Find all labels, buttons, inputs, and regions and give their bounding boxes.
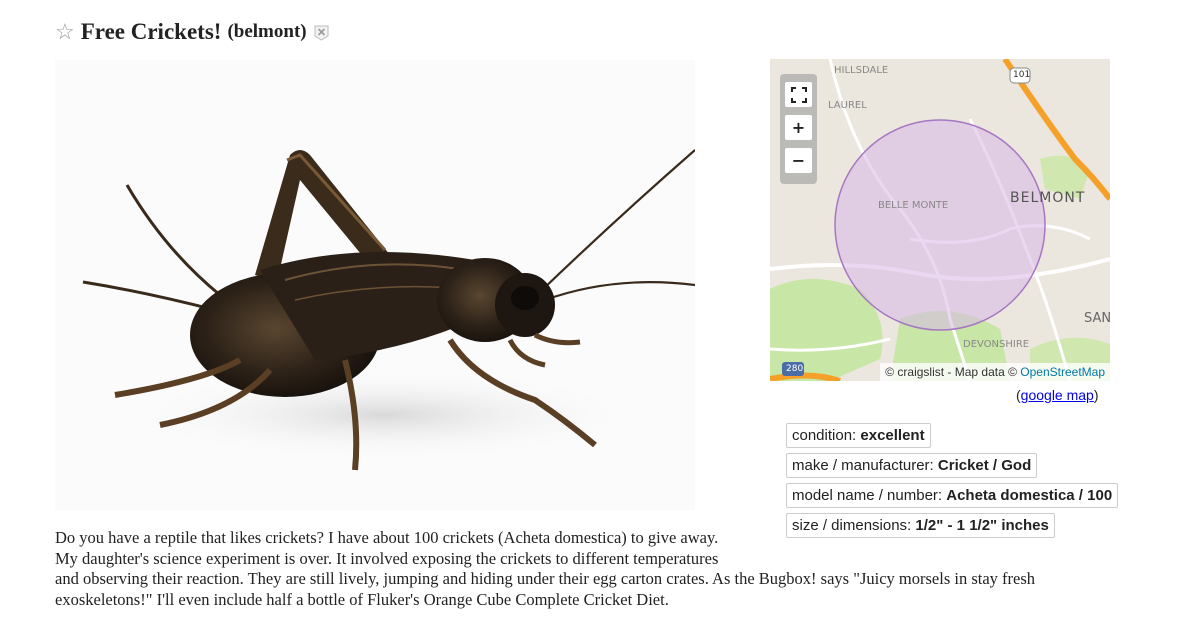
location-map[interactable]: HILLSDALE LAUREL BELLE MONTE BELMONT SAN… [770, 59, 1110, 381]
map-label-hwy101: 101 [1013, 70, 1031, 80]
map-label-devonshire: DEVONSHIRE [963, 339, 1030, 350]
map-label-san: SAN [1084, 311, 1110, 326]
attribute-label: model name / number: [792, 487, 947, 504]
attribution-text: © craigslist - Map data © [885, 365, 1021, 379]
attribute-value: Acheta domestica / 100 [946, 487, 1113, 504]
body-line: exoskeletons!" I'll even include half a … [55, 589, 669, 609]
body-line: Do you have a reptile that likes cricket… [55, 528, 719, 547]
posting-title: ☆ Free Crickets! (belmont) [55, 14, 330, 50]
zoom-out-button[interactable]: − [784, 147, 813, 174]
attribute-make: make / manufacturer: Cricket / God [786, 453, 1038, 478]
zoom-in-button[interactable]: + [784, 114, 813, 141]
posting-body: Do you have a reptile that likes cricket… [55, 528, 1095, 610]
map-label-laurel: LAUREL [828, 100, 867, 111]
openstreetmap-link[interactable]: OpenStreetMap [1020, 365, 1105, 379]
map-label-hwy280: 280 [786, 364, 804, 374]
post-title: Free Crickets! [80, 19, 222, 44]
map-controls: + − [780, 74, 817, 184]
body-line: My daughter's science experiment is over… [55, 548, 719, 568]
hide-x-icon[interactable] [313, 24, 330, 41]
attribute-value: excellent [860, 427, 925, 444]
cricket-photo[interactable] [55, 60, 695, 510]
attribute-condition: condition: excellent [786, 423, 931, 448]
attribute-model: model name / number: Acheta domestica / … [786, 483, 1119, 508]
map-label-belmont: BELMONT [1010, 190, 1086, 206]
star-icon[interactable]: ☆ [55, 21, 75, 43]
map-label-belle-monte: BELLE MONTE [878, 200, 949, 211]
google-map-link[interactable]: google map [1021, 387, 1094, 403]
google-map-wrapper: (google map) [1016, 387, 1099, 403]
fullscreen-icon[interactable] [784, 81, 813, 108]
map-label-hillsdale: HILLSDALE [834, 65, 889, 76]
attribute-label: condition: [792, 427, 861, 444]
body-line: and observing their reaction. They are s… [55, 569, 1036, 588]
google-map-close-paren: ) [1093, 387, 1099, 403]
attribute-label: make / manufacturer: [792, 457, 938, 474]
attribute-value: Cricket / God [937, 457, 1032, 474]
post-location: (belmont) [227, 21, 307, 42]
map-attribution: © craigslist - Map data © OpenStreetMap [880, 363, 1110, 381]
attribute-group: condition: excellent make / manufacturer… [786, 423, 1119, 543]
